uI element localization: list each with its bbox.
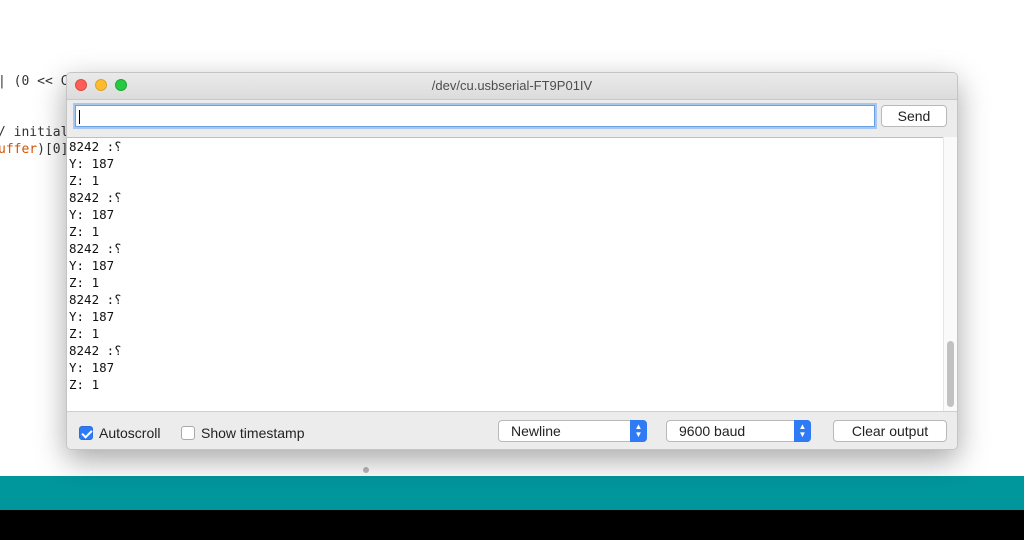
- send-button[interactable]: Send: [881, 105, 947, 127]
- timestamp-toggle[interactable]: Show timestamp: [181, 425, 304, 441]
- vertical-scrollbar[interactable]: [943, 137, 957, 411]
- baud-rate-select[interactable]: 9600 baud ▲ ▼: [666, 420, 811, 442]
- monitor-footer: Autoscroll Show timestamp Newline ▲ ▼ 960…: [67, 411, 957, 449]
- code-line-2: / initial: [0, 125, 69, 140]
- output-line: Z: 1: [69, 224, 100, 239]
- output-line: Y: 187: [69, 207, 115, 222]
- clear-output-button[interactable]: Clear output: [833, 420, 947, 442]
- output-line: ؟: 8242: [69, 292, 122, 307]
- output-line: ؟: 8242: [69, 343, 122, 358]
- serial-monitor-window: /dev/cu.usbserial-FT9P01IV Send ؟: 8242 Y…: [66, 72, 958, 450]
- line-ending-value: Newline: [511, 423, 561, 439]
- window-title: /dev/cu.usbserial-FT9P01IV: [431, 78, 593, 93]
- autoscroll-toggle[interactable]: Autoscroll: [79, 425, 160, 441]
- line-ending-select[interactable]: Newline ▲ ▼: [498, 420, 647, 442]
- timestamp-checkbox[interactable]: [181, 426, 195, 440]
- title-bar[interactable]: /dev/cu.usbserial-FT9P01IV: [67, 73, 957, 100]
- output-line: Y: 187: [69, 258, 115, 273]
- output-line: Y: 187: [69, 309, 115, 324]
- autoscroll-label: Autoscroll: [99, 425, 161, 441]
- text-cursor: [79, 110, 80, 124]
- timestamp-label: Show timestamp: [201, 425, 305, 441]
- output-line: ؟: 8242: [69, 241, 122, 256]
- serial-input[interactable]: [75, 105, 875, 127]
- serial-output[interactable]: ؟: 8242 Y: 187 Z: 1 ؟: 8242 Y: 187 Z: 1 ؟: 824…: [67, 137, 943, 412]
- code-index: )[0]: [37, 142, 69, 157]
- code-identifier: uffer: [0, 142, 38, 157]
- editor-status-bar: [0, 476, 1024, 510]
- output-line: Y: 187: [69, 360, 115, 375]
- console-area: [0, 510, 1024, 540]
- output-line: ؟: 8242: [69, 190, 122, 205]
- select-arrows-icon: ▲ ▼: [630, 420, 647, 442]
- code-line-1: | (0 << C: [0, 74, 69, 89]
- output-line: Y: 187: [69, 156, 115, 171]
- resize-grip-icon[interactable]: [363, 467, 369, 473]
- output-line: Z: 1: [69, 275, 100, 290]
- baud-rate-value: 9600 baud: [679, 423, 746, 439]
- scrollbar-thumb[interactable]: [947, 341, 954, 407]
- output-line: Z: 1: [69, 326, 100, 341]
- output-line: ؟: 8242: [69, 139, 122, 154]
- output-line: Z: 1: [69, 377, 100, 392]
- code-line-3: uffer)[0]: [0, 142, 68, 157]
- autoscroll-checkbox[interactable]: [79, 426, 93, 440]
- select-arrows-icon: ▲ ▼: [794, 420, 811, 442]
- output-line: Z: 1: [69, 173, 100, 188]
- send-row: Send: [67, 100, 957, 136]
